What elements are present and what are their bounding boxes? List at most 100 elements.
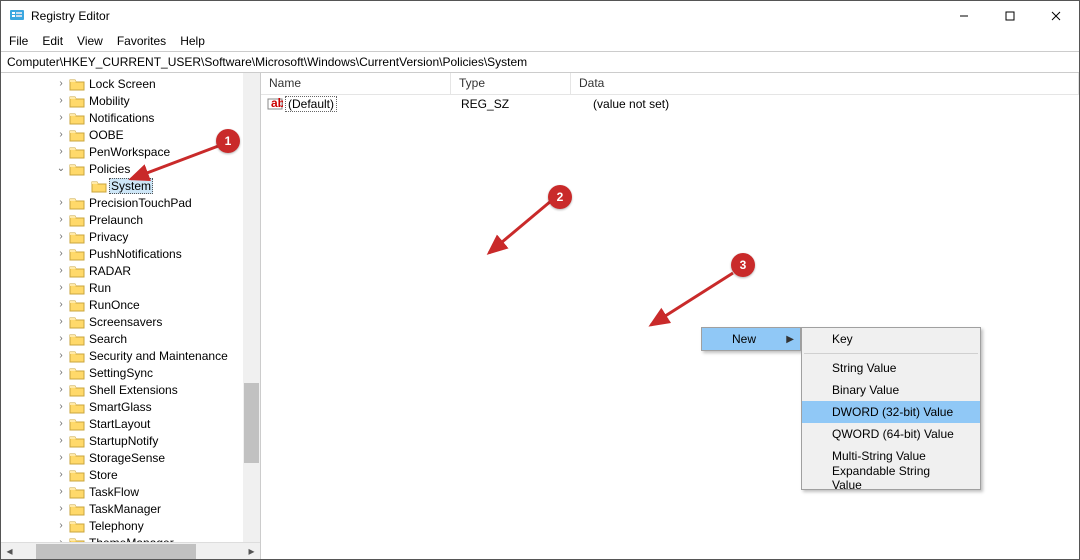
chevron-right-icon[interactable]: › (55, 418, 67, 429)
context-item-string[interactable]: String Value (802, 357, 980, 379)
tree-node[interactable]: ›StartupNotify (1, 432, 260, 449)
tree-node[interactable]: ⌄Policies (1, 160, 260, 177)
chevron-right-icon[interactable]: › (55, 333, 67, 344)
tree-node[interactable]: › PushNotifications (1, 245, 260, 262)
tree-horizontal-scrollbar[interactable]: ◂ ▸ (1, 542, 260, 559)
chevron-right-icon[interactable]: › (55, 316, 67, 327)
chevron-right-icon[interactable]: › (55, 350, 67, 361)
tree-node[interactable]: ›PrecisionTouchPad (1, 194, 260, 211)
tree-node[interactable]: ›Notifications (1, 109, 260, 126)
chevron-right-icon[interactable]: › (55, 95, 67, 106)
tree-node[interactable]: › SettingSync (1, 364, 260, 381)
folder-icon (69, 485, 85, 499)
chevron-right-icon[interactable]: › (55, 384, 67, 395)
chevron-right-icon[interactable]: › (55, 146, 67, 157)
folder-icon (69, 196, 85, 210)
value-name: (Default) (285, 96, 337, 112)
tree-node-label: Lock Screen (87, 77, 158, 91)
chevron-right-icon[interactable]: › (55, 112, 67, 123)
folder-icon (69, 332, 85, 346)
titlebar: Registry Editor (1, 1, 1079, 31)
chevron-right-icon[interactable]: › (55, 452, 67, 463)
tree-node[interactable]: ›StorageSense (1, 449, 260, 466)
chevron-right-icon[interactable]: › (55, 78, 67, 89)
context-item-expandstring[interactable]: Expandable String Value (802, 467, 980, 489)
chevron-right-icon[interactable]: › (55, 282, 67, 293)
context-item-dword[interactable]: DWORD (32-bit) Value (802, 401, 980, 423)
tree-node[interactable]: ›Screensavers (1, 313, 260, 330)
tree-node[interactable]: › Search (1, 330, 260, 347)
annotation-badge: 2 (548, 185, 572, 209)
tree-node[interactable]: ›RADAR (1, 262, 260, 279)
menu-view[interactable]: View (77, 34, 103, 48)
chevron-right-icon[interactable]: › (55, 231, 67, 242)
scrollbar-thumb[interactable] (36, 544, 196, 559)
list-row[interactable]: ab (Default) REG_SZ (value not set) (261, 95, 1079, 113)
tree-node-label: Search (87, 332, 129, 346)
folder-icon (69, 536, 85, 543)
chevron-right-icon[interactable]: › (55, 248, 67, 259)
scrollbar-thumb[interactable] (244, 383, 259, 463)
chevron-right-icon[interactable]: › (55, 486, 67, 497)
tree-node[interactable]: System (1, 177, 260, 194)
folder-icon (69, 145, 85, 159)
tree-node[interactable]: ›Telephony (1, 517, 260, 534)
submenu-arrow-icon: ▶ (786, 334, 794, 345)
tree-node[interactable]: ›ThemeManager (1, 534, 260, 542)
tree-node[interactable]: ›Mobility (1, 92, 260, 109)
context-item-qword[interactable]: QWORD (64-bit) Value (802, 423, 980, 445)
tree-node[interactable]: ›Run (1, 279, 260, 296)
scroll-left-button[interactable]: ◂ (1, 543, 18, 560)
col-header-type[interactable]: Type (451, 73, 571, 94)
menu-file[interactable]: File (9, 34, 28, 48)
chevron-right-icon[interactable]: › (55, 299, 67, 310)
tree-node-label: PushNotifications (87, 247, 184, 261)
menu-edit[interactable]: Edit (42, 34, 63, 48)
col-header-data[interactable]: Data (571, 73, 1079, 94)
chevron-right-icon[interactable]: › (55, 129, 67, 140)
chevron-right-icon[interactable]: › (55, 469, 67, 480)
tree-node[interactable]: ›TaskManager (1, 500, 260, 517)
context-item-new[interactable]: New ▶ (702, 328, 800, 350)
close-button[interactable] (1033, 1, 1079, 31)
tree-node[interactable]: › Lock Screen (1, 75, 260, 92)
col-header-name[interactable]: Name (261, 73, 451, 94)
context-submenu: Key String Value Binary Value DWORD (32-… (801, 327, 981, 490)
tree-node[interactable]: ›Security and Maintenance (1, 347, 260, 364)
address-input[interactable] (5, 54, 1075, 70)
tree-node[interactable]: ›Store (1, 466, 260, 483)
chevron-right-icon[interactable]: › (55, 197, 67, 208)
context-item-key[interactable]: Key (802, 328, 980, 350)
chevron-right-icon[interactable]: › (55, 214, 67, 225)
scroll-right-button[interactable]: ▸ (243, 543, 260, 560)
tree-node[interactable]: ›Privacy (1, 228, 260, 245)
tree-node[interactable]: ›StartLayout (1, 415, 260, 432)
folder-icon (69, 417, 85, 431)
folder-icon (69, 366, 85, 380)
minimize-button[interactable] (941, 1, 987, 31)
folder-icon (69, 502, 85, 516)
maximize-button[interactable] (987, 1, 1033, 31)
chevron-right-icon[interactable]: › (55, 503, 67, 514)
tree-node[interactable]: ›Prelaunch (1, 211, 260, 228)
context-menu: New ▶ (701, 327, 801, 351)
folder-icon (69, 451, 85, 465)
tree-node[interactable]: ›TaskFlow (1, 483, 260, 500)
chevron-right-icon[interactable]: › (55, 520, 67, 531)
context-item-binary[interactable]: Binary Value (802, 379, 980, 401)
tree-node-label: SettingSync (87, 366, 155, 380)
chevron-right-icon[interactable]: › (55, 265, 67, 276)
chevron-down-icon[interactable]: ⌄ (55, 163, 67, 174)
chevron-right-icon[interactable]: › (55, 537, 67, 542)
tree-vertical-scrollbar[interactable] (243, 73, 260, 542)
chevron-right-icon[interactable]: › (55, 435, 67, 446)
tree-node[interactable]: ›SmartGlass (1, 398, 260, 415)
menu-help[interactable]: Help (180, 34, 205, 48)
tree-node-label: RunOnce (87, 298, 142, 312)
tree-node[interactable]: ›Shell Extensions (1, 381, 260, 398)
tree-node-label: System (109, 178, 153, 194)
menu-favorites[interactable]: Favorites (117, 34, 166, 48)
chevron-right-icon[interactable]: › (55, 401, 67, 412)
chevron-right-icon[interactable]: › (55, 367, 67, 378)
tree-node[interactable]: › RunOnce (1, 296, 260, 313)
